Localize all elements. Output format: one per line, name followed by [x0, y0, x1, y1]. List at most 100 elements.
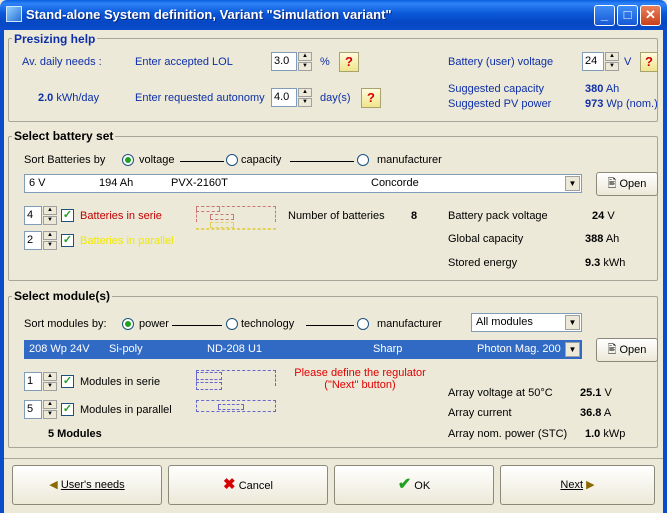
array-power-unit: kWp [603, 428, 626, 440]
spin-down-icon[interactable]: ▼ [298, 62, 312, 71]
battery-capacity-cell: 194 Ah [99, 177, 134, 189]
spin-down-icon[interactable]: ▼ [43, 382, 57, 391]
pack-voltage-unit: V [607, 210, 615, 222]
modules-parallel-input[interactable]: 5 [24, 400, 42, 419]
users-needs-button[interactable]: ◀ User's needs [12, 465, 162, 505]
modules-group-label: Select module(s) [12, 289, 113, 303]
lol-help-button[interactable]: ? [339, 52, 359, 72]
module-open-button[interactable]: 🖹 Open [596, 338, 658, 362]
modules-count: 5 Modules [48, 428, 102, 440]
checkmark-icon: ✔ [397, 476, 412, 493]
suggested-pv-value: 973 [585, 98, 604, 110]
spin-down-icon[interactable]: ▼ [298, 98, 312, 107]
batteries-serie-input[interactable]: 4 [24, 206, 42, 225]
chevron-down-icon[interactable]: ▼ [565, 315, 580, 330]
battery-sort-label: Sort Batteries by [24, 154, 106, 166]
divider [172, 325, 222, 326]
presizing-label: Presizing help [12, 32, 98, 46]
battery-sort-manufacturer-radio[interactable] [357, 154, 369, 166]
spin-up-icon[interactable]: ▲ [43, 372, 57, 381]
window-title: Stand-alone System definition, Variant "… [26, 7, 392, 22]
spin-down-icon[interactable]: ▼ [43, 410, 57, 419]
spin-down-icon[interactable]: ▼ [43, 241, 57, 250]
modules-serie-label: Modules in serie [80, 376, 161, 388]
lol-spinner[interactable]: ▲ ▼ [298, 52, 312, 71]
spin-up-icon[interactable]: ▲ [43, 206, 57, 215]
array-current-label: Array current [448, 407, 512, 419]
battery-voltage-label: Battery (user) voltage [448, 56, 554, 68]
modules-sort-technology-radio[interactable] [226, 318, 238, 330]
ok-button[interactable]: ✔ OK [334, 465, 494, 505]
modules-serie-spinner[interactable]: ▲ ▼ [43, 372, 57, 391]
module-select[interactable]: 208 Wp 24V Si-poly ND-208 U1 Sharp Photo… [24, 340, 582, 359]
modules-serie-checkbox[interactable]: ✓ [61, 375, 74, 388]
battery-sort-capacity-label[interactable]: capacity [241, 154, 281, 166]
module-tech-cell: Si-poly [109, 343, 143, 355]
modules-sort-technology-label[interactable]: technology [241, 318, 294, 330]
battery-sort-capacity-radio[interactable] [226, 154, 238, 166]
array-voltage-unit: V [604, 387, 612, 399]
spin-up-icon[interactable]: ▲ [298, 52, 312, 61]
autonomy-input[interactable]: 4.0 [271, 88, 297, 107]
divider [290, 161, 354, 162]
battery-sort-manufacturer-label[interactable]: manufacturer [377, 154, 442, 166]
battery-voltage-unit: V [624, 56, 632, 68]
spin-down-icon[interactable]: ▼ [605, 62, 619, 71]
regulator-warning-line2: ("Next" button) [324, 379, 396, 391]
divider [306, 325, 354, 326]
chevron-down-icon[interactable]: ▼ [565, 342, 580, 357]
battery-cell-icon [210, 214, 234, 220]
battery-cell-icon [210, 222, 234, 228]
global-capacity-label: Global capacity [448, 233, 524, 245]
autonomy-help-button[interactable]: ? [361, 88, 381, 108]
maximize-button[interactable]: □ [617, 5, 638, 26]
minimize-button[interactable]: _ [594, 5, 615, 26]
stored-energy-unit: kWh [603, 257, 626, 269]
modules-sort-manufacturer-label[interactable]: manufacturer [377, 318, 442, 330]
module-maker-cell: Sharp [373, 343, 403, 355]
global-capacity-unit: Ah [605, 233, 620, 245]
lol-input[interactable]: 3.0 [271, 52, 297, 71]
modules-sort-power-label[interactable]: power [139, 318, 169, 330]
batteries-serie-spinner[interactable]: ▲ ▼ [43, 206, 57, 225]
modules-serie-input[interactable]: 1 [24, 372, 42, 391]
spin-up-icon[interactable]: ▲ [43, 400, 57, 409]
next-button[interactable]: Next ▶ [500, 465, 655, 505]
ok-label: OK [414, 480, 431, 492]
modules-filter-select[interactable]: All modules ▼ [471, 313, 582, 332]
modules-parallel-checkbox[interactable]: ✓ [61, 403, 74, 416]
modules-sort-power-radio[interactable] [122, 318, 134, 330]
batteries-parallel-input[interactable]: 2 [24, 231, 42, 250]
autonomy-unit: day(s) [320, 92, 351, 104]
pack-voltage-label: Battery pack voltage [448, 210, 548, 222]
battery-sort-voltage-label[interactable]: voltage [139, 154, 174, 166]
window-frame-left [0, 30, 4, 513]
spin-up-icon[interactable]: ▲ [43, 231, 57, 240]
close-button[interactable]: ✕ [640, 5, 661, 26]
battery-voltage-cell: 6 V [29, 177, 46, 189]
voltage-help-button[interactable]: ? [640, 52, 658, 72]
array-voltage-label: Array voltage at 50°C [448, 387, 553, 399]
battery-voltage-spinner[interactable]: ▲ ▼ [605, 52, 619, 71]
modules-sort-manufacturer-radio[interactable] [357, 318, 369, 330]
av-daily-needs-label: Av. daily needs : [22, 56, 102, 68]
battery-open-button[interactable]: 🖹 Open [596, 172, 658, 196]
autonomy-label: Enter requested autonomy [135, 92, 265, 104]
batteries-serie-checkbox[interactable]: ✓ [61, 209, 74, 222]
battery-voltage-input[interactable]: 24 [582, 52, 604, 71]
battery-select[interactable]: 6 V 194 Ah PVX-2160T Concorde ▼ [24, 174, 582, 193]
batteries-parallel-checkbox[interactable]: ✓ [61, 234, 74, 247]
battery-sort-voltage-radio[interactable] [122, 154, 134, 166]
battery-group-label: Select battery set [12, 129, 116, 143]
cancel-button[interactable]: ✖ Cancel [168, 465, 328, 505]
spin-down-icon[interactable]: ▼ [43, 216, 57, 225]
modules-parallel-spinner[interactable]: ▲ ▼ [43, 400, 57, 419]
spin-up-icon[interactable]: ▲ [298, 88, 312, 97]
number-of-batteries-label: Number of batteries [288, 210, 385, 222]
spin-up-icon[interactable]: ▲ [605, 52, 619, 61]
arrow-left-icon: ◀ [49, 479, 58, 491]
batteries-parallel-spinner[interactable]: ▲ ▼ [43, 231, 57, 250]
chevron-down-icon[interactable]: ▼ [565, 176, 580, 191]
autonomy-spinner[interactable]: ▲ ▼ [298, 88, 312, 107]
batteries-parallel-label: Batteries in parallel [80, 235, 174, 247]
